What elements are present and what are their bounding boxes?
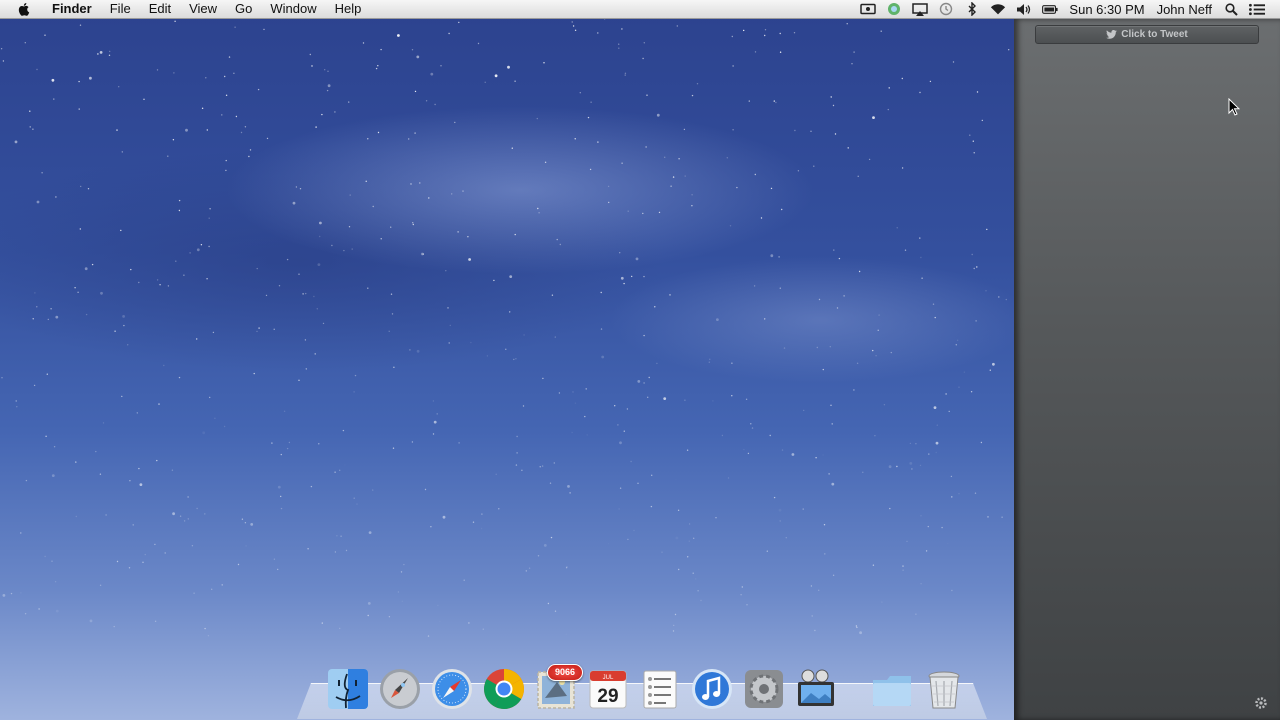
menu-window[interactable]: Window [261,0,325,18]
dock-item-downloads-folder[interactable] [869,666,915,712]
menu-help[interactable]: Help [326,0,371,18]
wifi-icon[interactable] [990,2,1006,16]
dock: 9066 JUL 29 [322,664,970,712]
folder-icon [873,676,911,706]
dock-item-itunes[interactable] [689,666,735,712]
star-field [0,0,1010,637]
dock-item-mail[interactable]: 9066 [533,664,583,712]
mouse-cursor-icon [1228,98,1240,116]
finder-icon [328,669,368,709]
dock-item-launchpad[interactable] [377,666,423,712]
menu-app-finder[interactable]: Finder [44,0,101,18]
apple-menu-icon[interactable] [16,1,32,17]
reminders-list-icon [643,670,677,709]
click-to-tweet-label: Click to Tweet [1121,29,1188,40]
menu-bar: Finder File Edit View Go Window Help Sun… [0,0,1280,19]
battery-icon[interactable] [1042,2,1059,16]
menu-file[interactable]: File [101,0,140,18]
twitter-bird-icon [1106,30,1118,39]
time-machine-icon[interactable] [938,2,954,16]
dock-item-calendar[interactable]: JUL 29 [585,666,631,712]
trash-icon [928,671,960,709]
sync-status-icon[interactable] [886,2,902,16]
dock-item-finder[interactable] [325,666,371,712]
volume-icon[interactable] [1016,2,1032,16]
dock-item-safari[interactable] [429,666,475,712]
dock-item-system-preferences[interactable] [741,666,787,712]
calendar-day-label: 29 [597,686,618,707]
bluetooth-icon[interactable] [964,2,980,16]
notification-settings-gear-icon[interactable] [1252,696,1270,710]
dock-item-trash[interactable] [921,666,967,712]
menu-user-name[interactable]: John Neff [1157,2,1212,17]
dock-item-chrome[interactable] [481,666,527,712]
dock-item-reminders[interactable] [637,666,683,712]
dock-item-imovie[interactable] [793,666,839,712]
calendar-month-label: JUL [603,675,614,681]
menu-go[interactable]: Go [226,0,261,18]
menu-clock[interactable]: Sun 6:30 PM [1069,2,1144,17]
itunes-music-icon [692,669,732,709]
launchpad-rocket-icon [380,669,420,709]
menu-edit[interactable]: Edit [140,0,180,18]
system-preferences-gear-icon [745,670,783,708]
notification-center-panel: Click to Tweet [1014,19,1280,720]
notification-center-icon[interactable] [1249,2,1265,16]
click-to-tweet-button[interactable]: Click to Tweet [1035,25,1259,44]
safari-compass-icon [432,669,472,709]
screen-recording-icon[interactable] [860,2,877,16]
imovie-icon [798,669,834,706]
spotlight-search-icon[interactable] [1223,2,1239,16]
calendar-icon: JUL 29 [589,670,627,709]
desktop-wallpaper [0,0,1014,720]
mail-unread-badge: 9066 [547,664,583,681]
chrome-icon [484,669,524,709]
airplay-icon[interactable] [912,2,929,16]
menu-view[interactable]: View [180,0,226,18]
